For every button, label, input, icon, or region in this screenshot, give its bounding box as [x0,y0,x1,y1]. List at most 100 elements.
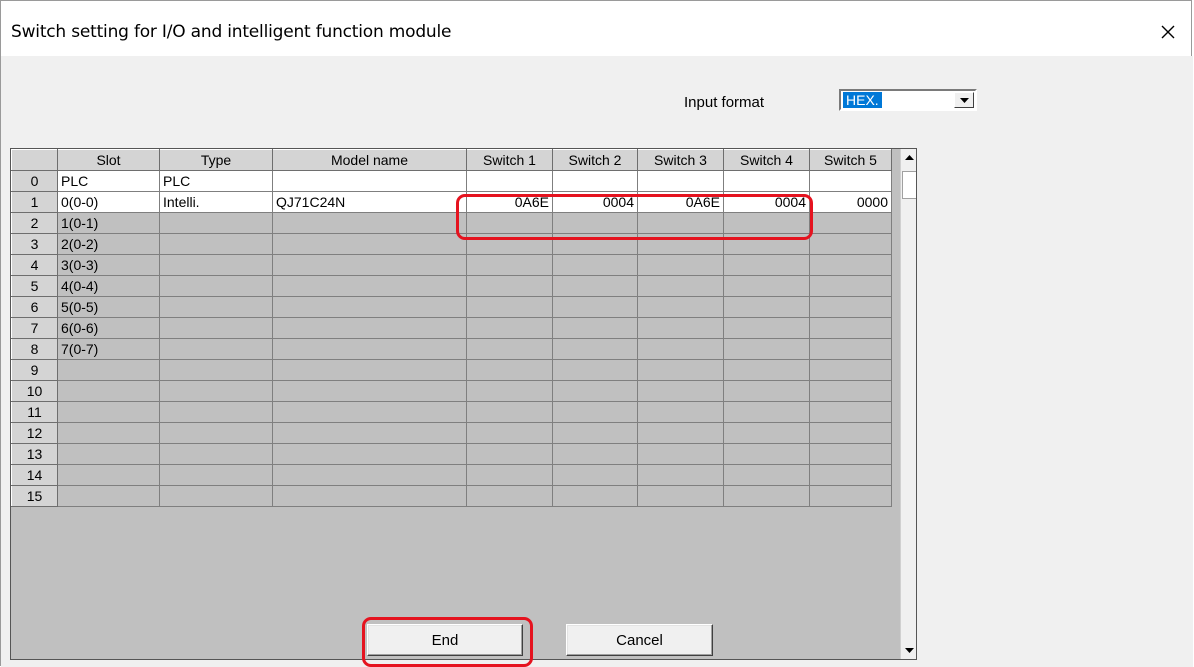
switch-2-cell[interactable] [552,464,638,486]
switch-1-cell[interactable] [466,380,553,402]
model-name-cell[interactable] [272,380,467,402]
switch-5-cell[interactable] [809,443,892,465]
row-number[interactable]: 12 [11,422,58,444]
switch-1-cell[interactable] [466,170,553,192]
switch-4-cell[interactable] [723,170,810,192]
type-cell[interactable]: Intelli. [159,191,273,213]
type-cell[interactable] [159,464,273,486]
model-name-cell[interactable] [272,464,467,486]
slot-cell[interactable] [57,422,160,444]
slot-cell[interactable]: 6(0-6) [57,317,160,339]
switch-5-cell[interactable] [809,296,892,318]
column-header-type[interactable]: Type [159,149,273,171]
switch-1-cell[interactable] [466,212,553,234]
column-header-switch-2[interactable]: Switch 2 [552,149,638,171]
type-cell[interactable] [159,275,273,297]
model-name-cell[interactable] [272,212,467,234]
type-cell[interactable] [159,212,273,234]
switch-3-cell[interactable] [637,422,724,444]
model-name-cell[interactable]: QJ71C24N [272,191,467,213]
slot-cell[interactable]: 1(0-1) [57,212,160,234]
type-cell[interactable] [159,443,273,465]
row-number[interactable]: 0 [11,170,58,192]
switch-2-cell[interactable] [552,233,638,255]
switch-5-cell[interactable]: 0000 [809,191,892,213]
switch-2-cell[interactable] [552,254,638,276]
row-number[interactable]: 1 [11,191,58,213]
model-name-cell[interactable] [272,317,467,339]
dropdown-arrow-button[interactable] [954,92,974,108]
row-number[interactable]: 6 [11,296,58,318]
switch-4-cell[interactable] [723,296,810,318]
switch-2-cell[interactable] [552,170,638,192]
switch-3-cell[interactable] [637,275,724,297]
switch-4-cell[interactable] [723,380,810,402]
slot-cell[interactable] [57,464,160,486]
model-name-cell[interactable] [272,422,467,444]
row-number[interactable]: 5 [11,275,58,297]
switch-2-cell[interactable] [552,317,638,339]
switch-5-cell[interactable] [809,359,892,381]
type-cell[interactable] [159,338,273,360]
slot-cell[interactable]: 3(0-3) [57,254,160,276]
switch-1-cell[interactable] [466,443,553,465]
model-name-cell[interactable] [272,338,467,360]
model-name-cell[interactable] [272,296,467,318]
switch-5-cell[interactable] [809,212,892,234]
switch-4-cell[interactable] [723,443,810,465]
switch-4-cell[interactable] [723,338,810,360]
switch-3-cell[interactable] [637,170,724,192]
switch-4-cell[interactable] [723,254,810,276]
close-button[interactable] [1151,15,1185,49]
slot-cell[interactable]: 4(0-4) [57,275,160,297]
slot-cell[interactable]: 2(0-2) [57,233,160,255]
scroll-up-button[interactable] [901,149,916,166]
switch-1-cell[interactable] [466,485,553,507]
model-name-cell[interactable] [272,254,467,276]
switch-4-cell[interactable] [723,401,810,423]
switch-3-cell[interactable] [637,317,724,339]
switch-2-cell[interactable] [552,212,638,234]
scroll-down-button[interactable] [901,642,916,659]
switch-1-cell[interactable] [466,464,553,486]
model-name-cell[interactable] [272,359,467,381]
switch-2-cell[interactable]: 0004 [552,191,638,213]
switch-5-cell[interactable] [809,380,892,402]
switch-4-cell[interactable] [723,317,810,339]
switch-2-cell[interactable] [552,443,638,465]
slot-cell[interactable] [57,401,160,423]
slot-cell[interactable]: 5(0-5) [57,296,160,318]
column-header-slot[interactable]: Slot [57,149,160,171]
switch-2-cell[interactable] [552,401,638,423]
switch-5-cell[interactable] [809,233,892,255]
column-header-switch-3[interactable]: Switch 3 [637,149,724,171]
scrollbar-thumb[interactable] [902,171,916,199]
switch-1-cell[interactable] [466,296,553,318]
switch-3-cell[interactable] [637,464,724,486]
switch-5-cell[interactable] [809,317,892,339]
model-name-cell[interactable] [272,401,467,423]
switch-5-cell[interactable] [809,254,892,276]
switch-4-cell[interactable] [723,359,810,381]
switch-1-cell[interactable]: 0A6E [466,191,553,213]
column-header-switch-1[interactable]: Switch 1 [466,149,553,171]
type-cell[interactable]: PLC [159,170,273,192]
row-number[interactable]: 3 [11,233,58,255]
type-cell[interactable] [159,254,273,276]
switch-2-cell[interactable] [552,359,638,381]
switch-5-cell[interactable] [809,170,892,192]
switch-2-cell[interactable] [552,485,638,507]
model-name-cell[interactable] [272,443,467,465]
column-header-switch-5[interactable]: Switch 5 [809,149,892,171]
type-cell[interactable] [159,359,273,381]
slot-cell[interactable] [57,485,160,507]
end-button[interactable]: End [367,624,523,656]
switch-2-cell[interactable] [552,422,638,444]
row-number[interactable]: 11 [11,401,58,423]
switch-3-cell[interactable] [637,233,724,255]
row-number[interactable]: 4 [11,254,58,276]
row-number[interactable]: 2 [11,212,58,234]
column-header-model-name[interactable]: Model name [272,149,467,171]
switch-4-cell[interactable] [723,212,810,234]
slot-cell[interactable] [57,359,160,381]
